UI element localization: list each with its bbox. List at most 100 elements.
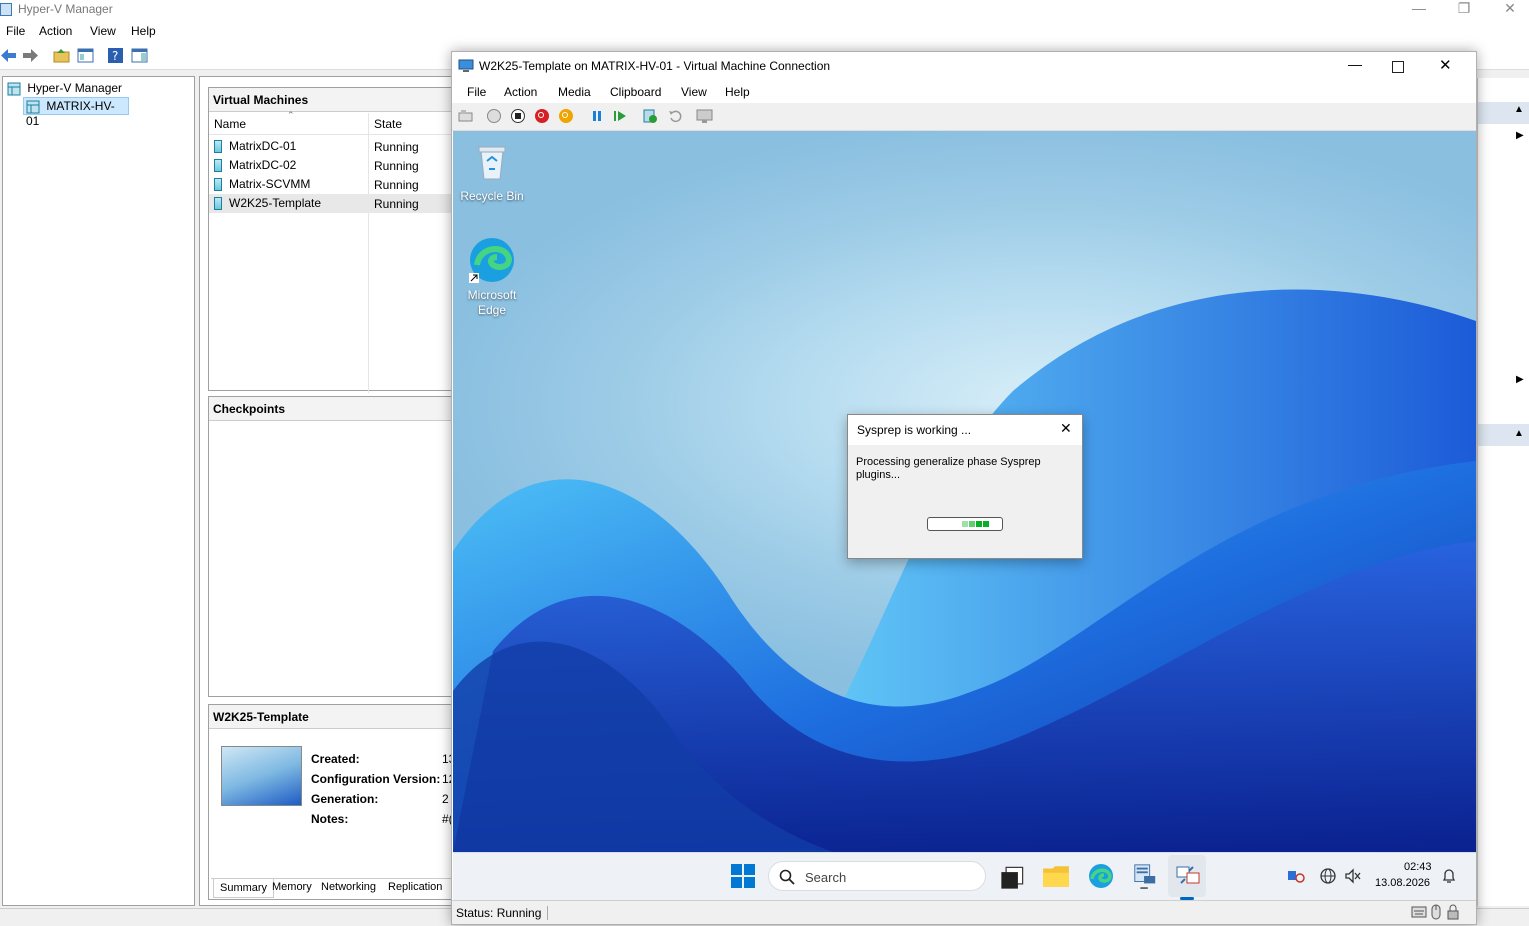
- forward-arrow-icon[interactable]: [22, 47, 39, 64]
- checkpoint-icon[interactable]: [642, 108, 658, 124]
- vmc-minimize-button[interactable]: —: [1348, 56, 1362, 72]
- volume-muted-icon[interactable]: [1344, 868, 1362, 884]
- column-state[interactable]: State: [374, 117, 402, 131]
- guest-desktop[interactable]: Recycle Bin Microsoft Edge Sysprep is wo…: [453, 131, 1476, 852]
- tree-server-item[interactable]: MATRIX-HV-01: [23, 97, 129, 128]
- notification-bell-icon[interactable]: [1441, 868, 1457, 884]
- help-icon[interactable]: ?: [107, 47, 124, 64]
- vm-name: MatrixDC-02: [229, 158, 297, 172]
- file-explorer-icon[interactable]: [1042, 863, 1070, 889]
- column-name[interactable]: Name: [214, 117, 246, 131]
- submenu-arrow-icon[interactable]: ▶: [1516, 130, 1524, 141]
- task-view-icon[interactable]: [998, 865, 1026, 891]
- manager-title: Hyper-V Manager: [18, 2, 113, 16]
- tab-networking[interactable]: Networking: [321, 881, 376, 893]
- table-row[interactable]: Matrix-SCVMM Running: [209, 175, 459, 194]
- search-icon: [779, 869, 795, 885]
- sysprep-close-button[interactable]: ✕: [1060, 420, 1072, 437]
- menu-action[interactable]: Action: [39, 24, 72, 38]
- revert-icon[interactable]: [668, 109, 682, 123]
- tree-root[interactable]: Hyper-V Manager: [7, 81, 122, 97]
- enhanced-session-icon[interactable]: [696, 108, 713, 124]
- collapse-up-icon[interactable]: ▲: [1514, 428, 1524, 439]
- vm-connection-window: W2K25-Template on MATRIX-HV-01 - Virtual…: [451, 51, 1477, 925]
- vmc-menu-view[interactable]: View: [681, 85, 707, 99]
- clock-date[interactable]: 13.08.2026: [1375, 877, 1430, 889]
- minimize-button[interactable]: —: [1396, 0, 1442, 20]
- hyperv-app-icon: [0, 3, 12, 16]
- vm-icon: [214, 140, 222, 154]
- pause-icon[interactable]: [590, 109, 604, 123]
- virtual-machines-pane: Virtual Machines Name ⌃ State MatrixDC-0…: [208, 87, 459, 393]
- start-icon[interactable]: [487, 109, 501, 123]
- menu-view[interactable]: View: [90, 24, 116, 38]
- collapse-up-icon[interactable]: ▲: [1514, 104, 1524, 115]
- network-icon[interactable]: [1287, 869, 1305, 883]
- details-title: W2K25-Template: [209, 705, 457, 729]
- vm-pane-title: Virtual Machines: [209, 88, 457, 112]
- vm-status-text: Status: Running: [456, 906, 549, 920]
- vm-name: MatrixDC-01: [229, 139, 297, 153]
- manager-menubar: File Action View Help: [0, 20, 1529, 42]
- search-placeholder: Search: [805, 870, 847, 885]
- sysprep-dialog: Sysprep is working ... ✕ Processing gene…: [847, 414, 1083, 559]
- taskbar-edge-icon[interactable]: [1087, 863, 1115, 889]
- tab-summary[interactable]: Summary: [213, 879, 275, 898]
- tab-replication[interactable]: Replication: [388, 881, 442, 893]
- vmc-menu-media[interactable]: Media: [558, 85, 591, 99]
- restore-button[interactable]: ❐: [1441, 0, 1487, 20]
- vmc-menu-action[interactable]: Action: [504, 85, 537, 99]
- table-row[interactable]: MatrixDC-02 Running: [209, 156, 459, 175]
- actions-pane: ▲ ▶ ▶ ▲: [1477, 78, 1529, 906]
- taskbar-search-box[interactable]: Search: [768, 861, 986, 891]
- save-icon[interactable]: [559, 109, 573, 123]
- vmc-statusbar: Status: Running: [452, 900, 1476, 924]
- table-row[interactable]: MatrixDC-01 Running: [209, 137, 459, 156]
- vmc-close-button[interactable]: ✕: [1439, 56, 1452, 74]
- close-button[interactable]: ✕: [1487, 0, 1529, 20]
- details-pane: W2K25-Template Created: Configuration Ve…: [208, 704, 458, 900]
- progress-block: [969, 521, 975, 527]
- vmc-menu-clipboard[interactable]: Clipboard: [610, 85, 661, 99]
- globe-icon[interactable]: [1319, 867, 1337, 885]
- server-icon: [26, 100, 40, 114]
- vm-thumbnail: [221, 746, 302, 806]
- vmc-maximize-button[interactable]: [1392, 61, 1404, 73]
- vm-name: Matrix-SCVMM: [229, 177, 311, 191]
- vmc-menu-file[interactable]: File: [467, 85, 486, 99]
- windows-start-icon[interactable]: [729, 863, 757, 889]
- tab-memory[interactable]: Memory: [272, 881, 312, 893]
- submenu-arrow-icon[interactable]: ▶: [1516, 374, 1524, 385]
- resume-icon[interactable]: [613, 109, 627, 123]
- menu-file[interactable]: File: [6, 24, 25, 38]
- sysprep-progress-bar: [927, 517, 1003, 531]
- manager-titlebar: Hyper-V Manager — ❐ ✕: [0, 0, 1529, 20]
- center-pane: Virtual Machines Name ⌃ State MatrixDC-0…: [199, 76, 459, 906]
- vmc-menubar: File Action Media Clipboard View Help: [452, 80, 1476, 103]
- menu-help[interactable]: Help: [131, 24, 156, 38]
- vm-icon: [214, 197, 222, 211]
- turn-off-icon[interactable]: [511, 109, 525, 123]
- vm-state: Running: [374, 197, 419, 211]
- progress-block: [983, 521, 989, 527]
- edge-icon[interactable]: [467, 235, 517, 285]
- svg-text:?: ?: [112, 49, 118, 63]
- lock-icon: [1447, 904, 1459, 920]
- ctrl-alt-del-icon[interactable]: [458, 109, 473, 123]
- sysprep-app-icon[interactable]: [1174, 863, 1202, 889]
- clock-time[interactable]: 02:43: [1404, 861, 1432, 873]
- vmc-title: W2K25-Template on MATRIX-HV-01 - Virtual…: [479, 59, 831, 73]
- back-arrow-icon[interactable]: [0, 47, 17, 64]
- table-row-selected[interactable]: W2K25-Template Running: [209, 194, 459, 213]
- vm-icon: [214, 178, 222, 192]
- recycle-bin-icon[interactable]: [475, 143, 509, 181]
- shut-down-icon[interactable]: [535, 109, 549, 123]
- show-hide-tree-icon[interactable]: [77, 47, 94, 64]
- hyperv-manager-icon: [7, 82, 21, 96]
- vmc-menu-help[interactable]: Help: [725, 85, 750, 99]
- sysprep-message: Processing generalize phase Sysprep plug…: [856, 456, 1041, 481]
- vmc-titlebar: W2K25-Template on MATRIX-HV-01 - Virtual…: [452, 52, 1476, 80]
- action-pane-icon[interactable]: [131, 47, 148, 64]
- folder-up-icon[interactable]: [53, 47, 70, 64]
- server-manager-icon[interactable]: [1131, 863, 1159, 889]
